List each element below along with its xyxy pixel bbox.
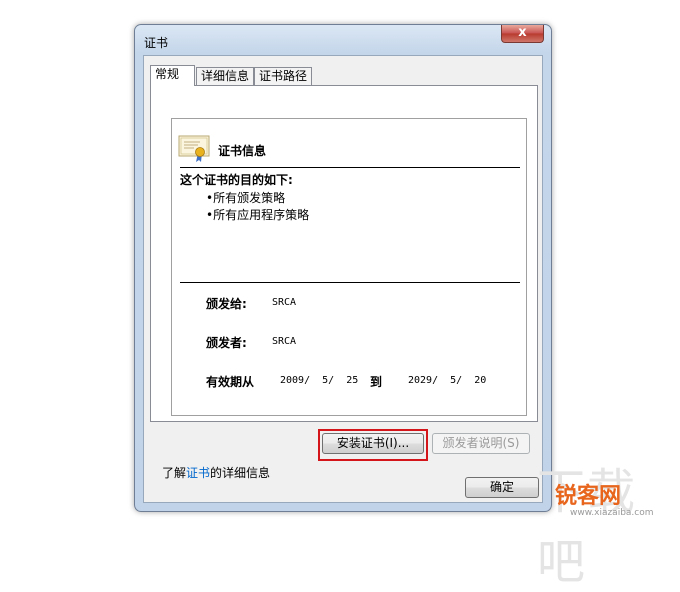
validity-to-label: 到 [370,375,383,389]
valid-from-value: 2009/ 5/ 25 [280,375,359,386]
close-icon: x [518,25,527,40]
issued-to-label: 颁发给: [206,297,247,311]
tab-cert-path[interactable]: 证书路径 [254,67,312,85]
watermark-url: www.xiazaiba.com [570,508,654,518]
issued-by-label: 颁发者: [206,336,247,350]
watermark-background-text: 下载吧 [537,464,638,590]
validity-label: 有效期从 [206,375,255,389]
window-title: 证书 [144,36,169,50]
certificate-link[interactable]: 证书 [186,466,210,480]
certificate-info-box: 证书信息 这个证书的目的如下: •所有颁发策略 •所有应用程序策略 颁发给: S… [171,118,527,416]
certificate-icon [178,135,210,162]
tab-general[interactable]: 常规 [150,65,195,86]
ok-button[interactable]: 确定 [465,477,539,498]
watermark-logo: 锐客网 [555,484,622,509]
tab-panel-general: 证书信息 这个证书的目的如下: •所有颁发策略 •所有应用程序策略 颁发给: S… [150,85,538,422]
issued-by-value: SRCA [272,336,297,347]
purpose-item: •所有颁发策略 [206,191,286,205]
issued-to-value: SRCA [272,297,297,308]
valid-to-value: 2029/ 5/ 20 [408,375,487,386]
dialog-client-area: 常规 详细信息 证书路径 证书信息 这个证书的目的如下: •所有颁发策略 •所有… [143,55,543,503]
install-certificate-button[interactable]: 安装证书(I)... [322,433,424,454]
tab-details[interactable]: 详细信息 [196,67,254,85]
learn-more-prefix: 了解 [162,466,187,480]
certificate-info-title: 证书信息 [218,144,267,158]
title-divider [180,167,520,168]
details-divider [180,282,520,283]
certificate-dialog: 证书 x 常规 详细信息 证书路径 证书信息 这个证书的目的如下: •所有颁发策… [134,24,552,512]
purpose-heading: 这个证书的目的如下: [180,173,293,187]
issuer-statement-button[interactable]: 颁发者说明(S) [432,433,530,454]
purpose-item: •所有应用程序策略 [206,208,310,222]
close-button[interactable]: x [501,25,544,43]
learn-more-suffix: 的详细信息 [210,466,271,480]
learn-more-text: 了解证书的详细信息 [162,464,270,481]
